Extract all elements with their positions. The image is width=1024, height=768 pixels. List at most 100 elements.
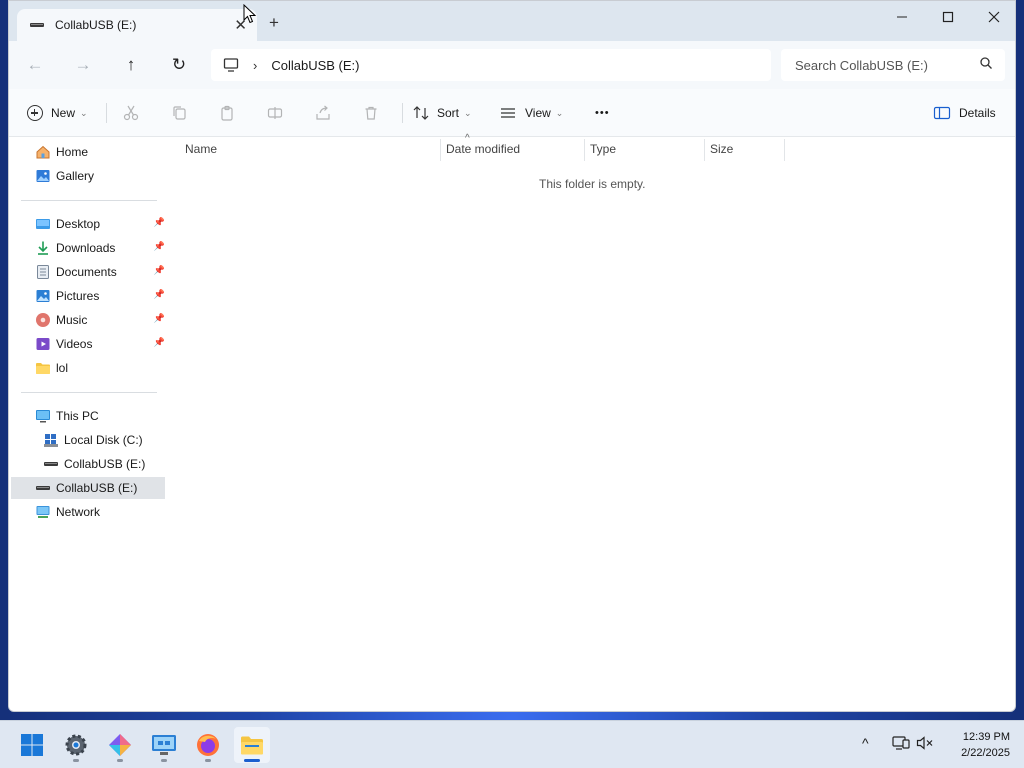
usb-drive-icon: [30, 23, 44, 27]
minimize-icon: [897, 16, 907, 18]
forward-arrow-icon: →: [74, 55, 92, 74]
taskbar: ^ 12:39 PM 2/22/2025: [0, 720, 1024, 768]
start-button[interactable]: [14, 727, 50, 763]
up-arrow-icon: ↑: [126, 55, 136, 74]
forward-button[interactable]: →: [69, 53, 97, 77]
running-indicator: [161, 759, 167, 762]
pin-icon[interactable]: 📌: [154, 241, 165, 252]
sidebar-item-this-pc[interactable]: This PC: [11, 405, 165, 427]
sidebar-item-network[interactable]: Network: [11, 501, 165, 523]
running-indicator: [117, 759, 123, 762]
clock[interactable]: 12:39 PM 2/22/2025: [944, 729, 1010, 761]
maximize-icon: [942, 11, 954, 23]
sidebar-item-label: Local Disk (C:): [64, 433, 143, 447]
column-divider[interactable]: [440, 139, 441, 161]
paste-button[interactable]: [219, 101, 235, 125]
column-header-type[interactable]: Type: [590, 137, 616, 161]
rename-button[interactable]: [267, 101, 283, 125]
taskbar-app-file-explorer[interactable]: [234, 727, 270, 763]
column-divider[interactable]: [704, 139, 705, 161]
trash-icon: [365, 106, 377, 120]
sidebar-item-label: Home: [56, 145, 89, 159]
toolbar-divider: [402, 103, 403, 123]
cut-button[interactable]: [123, 101, 139, 125]
volume-button[interactable]: [916, 735, 934, 754]
close-window-button[interactable]: [971, 1, 1015, 33]
pin-icon[interactable]: 📌: [154, 217, 165, 228]
clock-date: 2/22/2025: [961, 747, 1010, 759]
tab-collabusb[interactable]: CollabUSB (E:) ✕: [17, 9, 257, 41]
settings-icon: [65, 734, 87, 756]
breadcrumb-chevron-icon[interactable]: ›: [253, 58, 257, 73]
pin-icon[interactable]: 📌: [154, 289, 165, 300]
minimize-button[interactable]: [879, 1, 925, 33]
sidebar-item-collabusb-under-pc[interactable]: CollabUSB (E:): [11, 453, 165, 475]
pin-icon[interactable]: 📌: [154, 337, 165, 348]
network-status-button[interactable]: [892, 735, 910, 754]
breadcrumb-item-collabusb[interactable]: CollabUSB (E:): [271, 58, 359, 73]
usb-drive-icon: [44, 462, 58, 466]
pin-icon[interactable]: 📌: [154, 265, 165, 276]
back-arrow-icon: ←: [26, 55, 44, 74]
refresh-button[interactable]: ↻: [165, 53, 193, 77]
address-bar: ← → ↑ ↻ › CollabUSB (E:): [9, 41, 1015, 89]
copy-button[interactable]: [171, 101, 187, 125]
close-icon: [988, 11, 1000, 23]
sidebar-item-downloads[interactable]: Downloads 📌: [11, 237, 165, 259]
local-disk-icon: [44, 434, 58, 447]
column-header-size[interactable]: Size: [710, 137, 733, 161]
refresh-icon: ↻: [171, 55, 187, 74]
column-header-date-modified[interactable]: Date modified: [446, 137, 520, 161]
downloads-folder-icon: [38, 241, 48, 255]
taskbar-app-firefox[interactable]: [190, 727, 226, 763]
navigation-pane: Home Gallery Desktop 📌 Downloads 📌 Docum…: [9, 137, 169, 711]
taskbar-app-settings[interactable]: [58, 727, 94, 763]
pin-icon[interactable]: 📌: [154, 313, 165, 324]
this-pc-icon[interactable]: [223, 57, 239, 73]
network-status-icon: [892, 736, 910, 750]
sidebar-item-collabusb[interactable]: CollabUSB (E:): [11, 477, 165, 499]
search-box[interactable]: [781, 49, 1005, 81]
breadcrumb[interactable]: › CollabUSB (E:): [211, 49, 771, 81]
command-bar: New ⌄ Sort ⌄ View ⌄ ••• Details: [9, 89, 1015, 137]
file-explorer-icon: [241, 736, 263, 755]
column-divider[interactable]: [784, 139, 785, 161]
up-button[interactable]: ↑: [117, 53, 145, 77]
volume-muted-icon: [916, 736, 933, 750]
chevron-down-icon: ⌄: [464, 107, 472, 118]
sidebar-item-gallery[interactable]: Gallery: [11, 165, 165, 187]
sidebar-item-lol[interactable]: lol: [11, 357, 165, 379]
sidebar-item-label: Music: [56, 313, 88, 327]
new-button-label: New: [51, 106, 76, 120]
sidebar-item-desktop[interactable]: Desktop 📌: [11, 213, 165, 235]
new-button[interactable]: New ⌄: [27, 101, 88, 125]
sidebar-item-pictures[interactable]: Pictures 📌: [11, 285, 165, 307]
sidebar-item-videos[interactable]: Videos 📌: [11, 333, 165, 355]
column-header-label: Size: [710, 142, 734, 156]
show-hidden-icons-button[interactable]: ^: [862, 735, 869, 751]
back-button[interactable]: ←: [21, 53, 49, 77]
sidebar-item-home[interactable]: Home: [11, 141, 165, 163]
column-divider[interactable]: [584, 139, 585, 161]
delete-button[interactable]: [363, 101, 379, 125]
new-tab-button[interactable]: +: [269, 13, 279, 33]
taskbar-app-copilot[interactable]: [102, 727, 138, 763]
more-options-button[interactable]: •••: [595, 101, 610, 125]
sidebar-item-label: Gallery: [56, 169, 95, 183]
column-header-name[interactable]: Name: [185, 137, 217, 161]
desktop-folder-icon: [36, 219, 50, 229]
sidebar-item-documents[interactable]: Documents 📌: [11, 261, 165, 283]
share-button[interactable]: [315, 101, 331, 125]
taskbar-app-remote-desktop[interactable]: [146, 727, 182, 763]
mouse-cursor-icon: [243, 4, 257, 24]
maximize-button[interactable]: [925, 1, 971, 33]
view-list-icon: [501, 108, 515, 118]
column-header-label: Type: [590, 142, 617, 156]
details-pane-button[interactable]: Details: [933, 101, 996, 125]
sort-button[interactable]: Sort ⌄: [413, 101, 472, 125]
sidebar-item-local-disk-c[interactable]: Local Disk (C:): [11, 429, 165, 451]
sidebar-item-music[interactable]: Music 📌: [11, 309, 165, 331]
running-indicator: [205, 759, 211, 762]
view-button[interactable]: View ⌄: [499, 101, 563, 125]
search-input[interactable]: [795, 57, 965, 73]
